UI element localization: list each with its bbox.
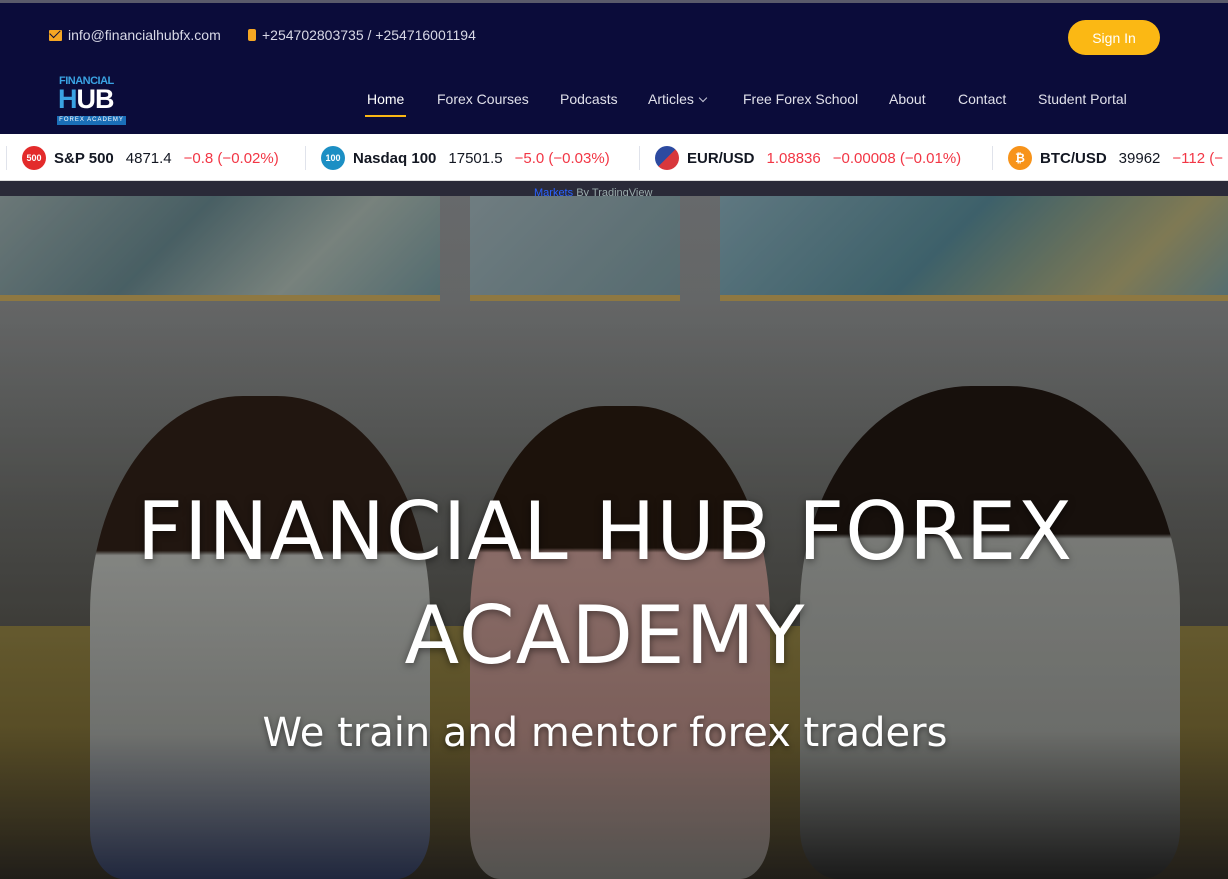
nasdaq100-logo-icon: 100 (321, 146, 345, 170)
ticker-price: 39962 (1118, 149, 1161, 167)
ticker-divider (639, 146, 640, 170)
envelope-icon (49, 29, 62, 41)
nav-podcasts[interactable]: Podcasts (560, 91, 618, 115)
ticker-item-nasdaq100[interactable]: 100 Nasdaq 100 17501.5 −5.0 (−0.03%) (321, 146, 610, 170)
markets-link[interactable]: Markets (534, 187, 573, 196)
sp500-logo-icon: 500 (22, 146, 46, 170)
nav-home[interactable]: Home (364, 91, 407, 117)
bitcoin-icon: ₿ (1008, 146, 1032, 170)
nav-articles[interactable]: Articles (648, 91, 708, 115)
tradingview-attribution: Markets By TradingView (534, 187, 652, 196)
top-contact-bar: info@financialhubfx.com +254702803735 / … (0, 17, 1228, 57)
ticker-price: 4871.4 (125, 149, 172, 167)
ticker-divider (305, 146, 306, 170)
phone-text[interactable]: +254702803735 / +254716001194 (262, 27, 476, 43)
site-logo[interactable]: FINANCIAL HUB FOREX ACADEMY (56, 75, 128, 127)
ticker-symbol: Nasdaq 100 (353, 149, 437, 167)
nav-free-forex-school[interactable]: Free Forex School (743, 91, 858, 115)
ticker-change: −5.0 (−0.03%) (514, 149, 610, 167)
nav-contact[interactable]: Contact (958, 91, 1006, 115)
nav-forex-courses[interactable]: Forex Courses (437, 91, 529, 115)
ticker-symbol: EUR/USD (687, 149, 755, 167)
nav-articles-label: Articles (648, 91, 694, 107)
eu-us-flags-icon (655, 146, 679, 170)
sign-in-button[interactable]: Sign In (1068, 20, 1160, 55)
logo-text-forex-academy: FOREX ACADEMY (57, 116, 126, 125)
ticker-divider (992, 146, 993, 170)
ticker-change: −0.8 (−0.02%) (183, 149, 279, 167)
hero-title: FINANCIAL HUB FOREX ACADEMY (136, 485, 1074, 682)
ticker-price: 17501.5 (448, 149, 503, 167)
market-ticker-tape: 500 S&P 500 4871.4 −0.8 (−0.02%) 100 Nas… (0, 134, 1228, 181)
email-contact[interactable]: info@financialhubfx.com (49, 27, 221, 43)
ticker-symbol: S&P 500 (54, 149, 114, 167)
nav-student-portal[interactable]: Student Portal (1038, 91, 1127, 115)
hero-banner: FINANCIAL HUB FOREX ACADEMY We train and… (0, 196, 1228, 879)
ticker-price: 1.08836 (766, 149, 821, 167)
phone-contact[interactable]: +254702803735 / +254716001194 (248, 27, 476, 43)
ticker-change: −112 (− (1172, 149, 1223, 167)
tradingview-attribution-bar: Markets By TradingView (0, 181, 1228, 196)
site-header: info@financialhubfx.com +254702803735 / … (0, 0, 1228, 134)
ticker-item-btcusd[interactable]: ₿ BTC/USD 39962 −112 (− (1008, 146, 1223, 170)
ticker-change: −0.00008 (−0.01%) (832, 149, 962, 167)
logo-text-hub: HUB (58, 84, 115, 114)
ticker-item-eurusd[interactable]: EUR/USD 1.08836 −0.00008 (−0.01%) (655, 146, 961, 170)
nav-about[interactable]: About (889, 91, 926, 115)
ticker-item-sp500[interactable]: 500 S&P 500 4871.4 −0.8 (−0.02%) (22, 146, 279, 170)
ticker-symbol: BTC/USD (1040, 149, 1107, 167)
mobile-phone-icon (248, 29, 256, 41)
ticker-divider (6, 146, 7, 170)
email-text[interactable]: info@financialhubfx.com (68, 27, 221, 43)
hero-subtitle: We train and mentor forex traders (262, 710, 948, 756)
chevron-down-icon (698, 93, 708, 103)
